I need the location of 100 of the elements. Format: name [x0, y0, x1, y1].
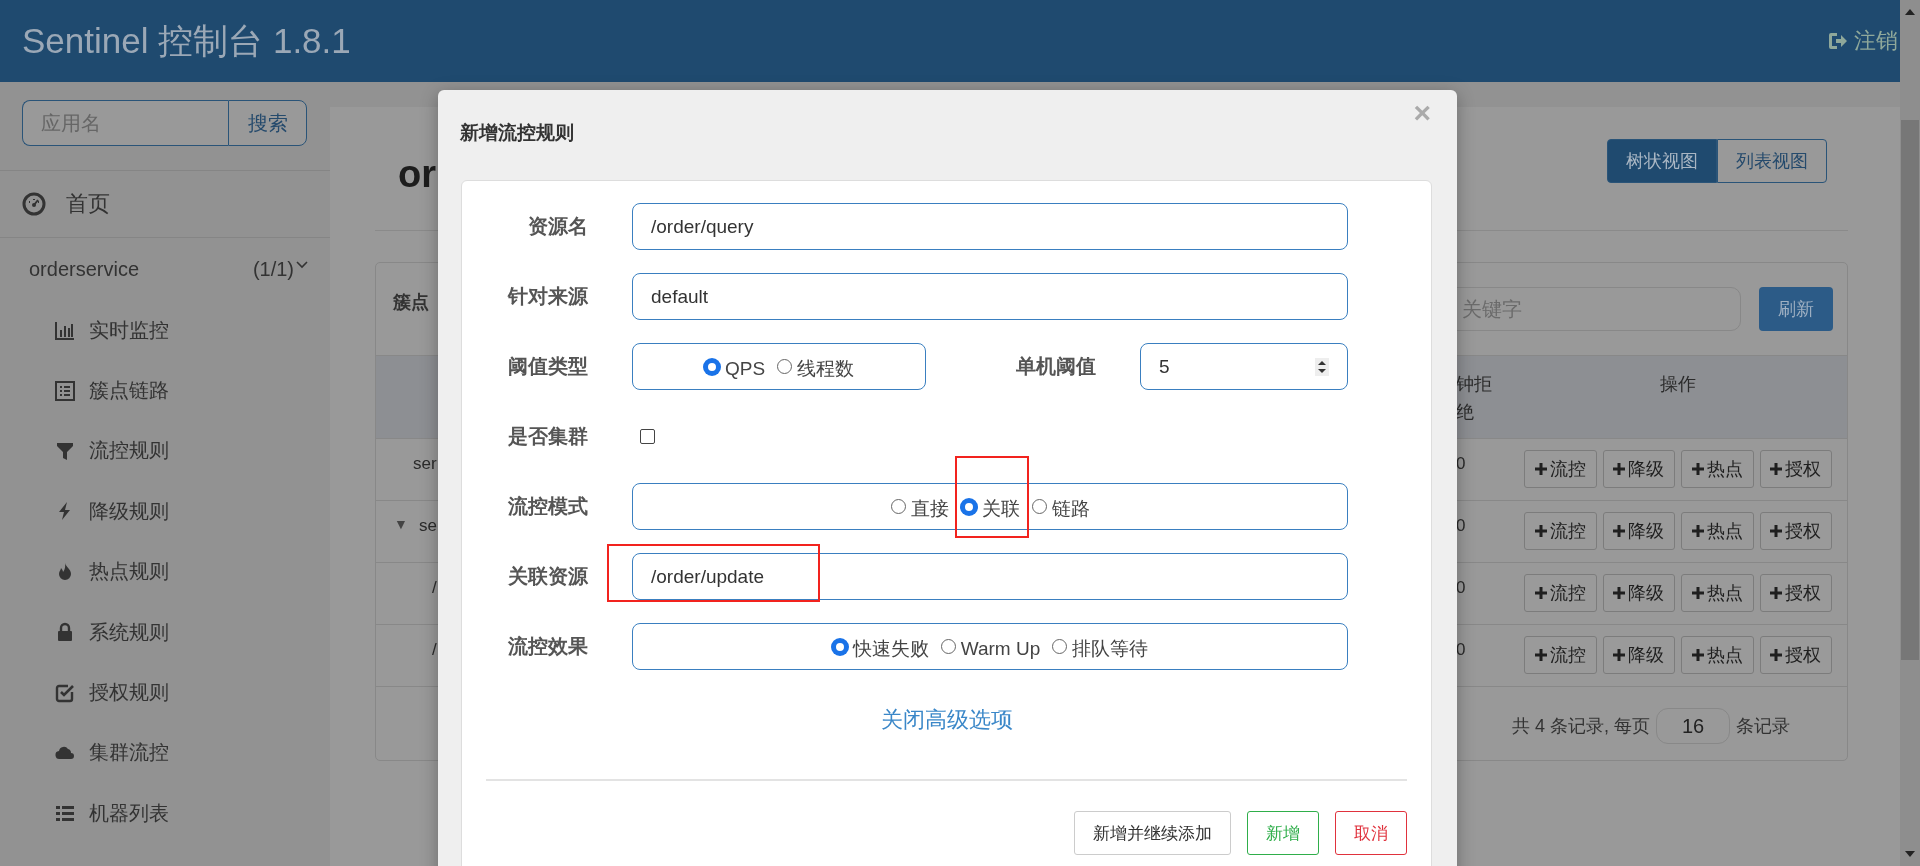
table-cell-text: 0: [1456, 453, 1467, 475]
app-name: orderservice: [29, 257, 141, 281]
plus-icon: [1613, 525, 1626, 537]
radio-option[interactable]: Warm Up: [940, 633, 1041, 660]
action-button[interactable]: 流控: [1524, 450, 1597, 488]
menu-item[interactable]: 集群流控: [0, 722, 330, 784]
text-field[interactable]: default: [632, 273, 1348, 320]
view-toggle[interactable]: 列表视图: [1717, 138, 1827, 183]
list-icon: [55, 803, 75, 824]
menu-item[interactable]: 流控规则: [0, 420, 330, 482]
scrollbar[interactable]: [1900, 0, 1920, 866]
plus-icon: [1534, 587, 1547, 599]
plus-icon: [1770, 525, 1783, 537]
menu-item[interactable]: 簇点链路: [0, 360, 330, 421]
plus-icon: [1534, 525, 1547, 537]
field-label: 单机阈值: [1015, 354, 1096, 379]
plus-icon: [1534, 463, 1547, 475]
table-cell-text: 0: [1456, 515, 1467, 537]
action-button[interactable]: 降级: [1602, 636, 1675, 674]
action-button[interactable]: 授权: [1759, 512, 1832, 550]
menu-item[interactable]: 降级规则: [0, 481, 330, 542]
text-field[interactable]: /order/query: [632, 203, 1348, 250]
chevron-icon[interactable]: [296, 261, 308, 269]
radio-option[interactable]: 直接: [890, 491, 949, 522]
field-label: 阈值类型: [507, 354, 588, 379]
action-button[interactable]: 流控: [1524, 636, 1597, 674]
bar-chart-icon: [55, 320, 75, 341]
number-field[interactable]: 5: [1140, 343, 1348, 390]
filter-icon: [55, 440, 75, 461]
action-button[interactable]: 流控: [1524, 574, 1597, 612]
radio-option[interactable]: 排队等待: [1052, 631, 1149, 662]
list-icon: [55, 380, 75, 401]
action-button[interactable]: 流控: [1524, 512, 1597, 550]
logout-link[interactable]: 注销: [1828, 26, 1900, 56]
lock-icon: [55, 622, 75, 643]
resource-cell: /: [432, 640, 437, 660]
search-button[interactable]: 搜索: [228, 100, 307, 146]
checkbox[interactable]: [640, 429, 655, 444]
resource-cell: ser: [413, 454, 437, 474]
plus-icon: [1770, 587, 1783, 599]
column-header: 操作: [1658, 373, 1697, 396]
field-label: 关联资源: [507, 564, 588, 589]
field-label: 流控效果: [507, 634, 588, 659]
field-label: 流控模式: [507, 494, 588, 519]
radio-option[interactable]: 线程数: [777, 351, 855, 382]
action-button[interactable]: 降级: [1602, 574, 1675, 612]
page-size-field[interactable]: 16: [1656, 708, 1730, 744]
radio-option[interactable]: 关联: [960, 491, 1020, 522]
dialog-button[interactable]: 取消: [1335, 811, 1407, 855]
resource-cell: /: [432, 578, 437, 598]
plus-icon: [1613, 463, 1626, 475]
menu-item[interactable]: 热点规则: [0, 541, 330, 602]
plus-icon: [1691, 649, 1704, 661]
record-label: 条记录: [1736, 715, 1790, 738]
home-link[interactable]: 首页: [22, 189, 110, 219]
dialog-title: 新增流控规则: [460, 121, 574, 145]
action-button[interactable]: 降级: [1602, 450, 1675, 488]
radio-option[interactable]: QPS: [703, 353, 766, 380]
field-label: 是否集群: [507, 424, 588, 449]
action-button[interactable]: 热点: [1681, 636, 1754, 674]
view-toggle[interactable]: 树状视图: [1607, 138, 1717, 183]
menu-item[interactable]: 系统规则: [0, 601, 330, 663]
text-field[interactable]: /order/update: [632, 553, 1348, 600]
table-cell-text: 0: [1456, 639, 1467, 661]
refresh-button[interactable]: 刷新: [1759, 287, 1833, 331]
plus-icon: [1691, 587, 1704, 599]
plus-icon: [1770, 463, 1783, 475]
logout-icon: [1828, 32, 1848, 50]
dashboard-icon: [22, 192, 46, 216]
record-count: 共 4 条记录, 每页: [1512, 715, 1650, 738]
dialog-button[interactable]: 新增并继续添加: [1074, 811, 1231, 855]
app-count: (1/1): [252, 257, 294, 281]
page-heading: or: [398, 153, 436, 196]
action-button[interactable]: 授权: [1759, 574, 1832, 612]
menu-item[interactable]: 实时监控: [0, 300, 330, 361]
action-button[interactable]: 授权: [1759, 636, 1832, 674]
table-cell-text: 0: [1456, 577, 1467, 599]
checkbox-icon: [55, 682, 75, 703]
plus-icon: [1770, 649, 1783, 661]
column-header: 钟拒绝: [1456, 373, 1493, 424]
action-button[interactable]: 热点: [1681, 450, 1754, 488]
dialog-button[interactable]: 新增: [1247, 811, 1319, 855]
plus-icon: [1613, 587, 1626, 599]
action-button[interactable]: 授权: [1759, 450, 1832, 488]
expand-toggle[interactable]: ▼: [394, 516, 419, 532]
resource-cell: se: [419, 516, 437, 536]
radio-option[interactable]: 链路: [1031, 491, 1090, 522]
plus-icon: [1691, 463, 1704, 475]
field-label: 资源名: [527, 214, 588, 239]
action-button[interactable]: 热点: [1681, 574, 1754, 612]
radio-option[interactable]: 快速失败: [831, 631, 929, 662]
menu-item[interactable]: 授权规则: [0, 662, 330, 723]
menu-item[interactable]: 机器列表: [0, 783, 330, 844]
spinner-icon[interactable]: [1315, 357, 1329, 376]
action-button[interactable]: 降级: [1602, 512, 1675, 550]
advanced-options-link[interactable]: 关闭高级选项: [880, 707, 1013, 732]
plus-icon: [1534, 649, 1547, 661]
action-button[interactable]: 热点: [1681, 512, 1754, 550]
plus-icon: [1613, 649, 1626, 661]
plus-icon: [1691, 525, 1704, 537]
